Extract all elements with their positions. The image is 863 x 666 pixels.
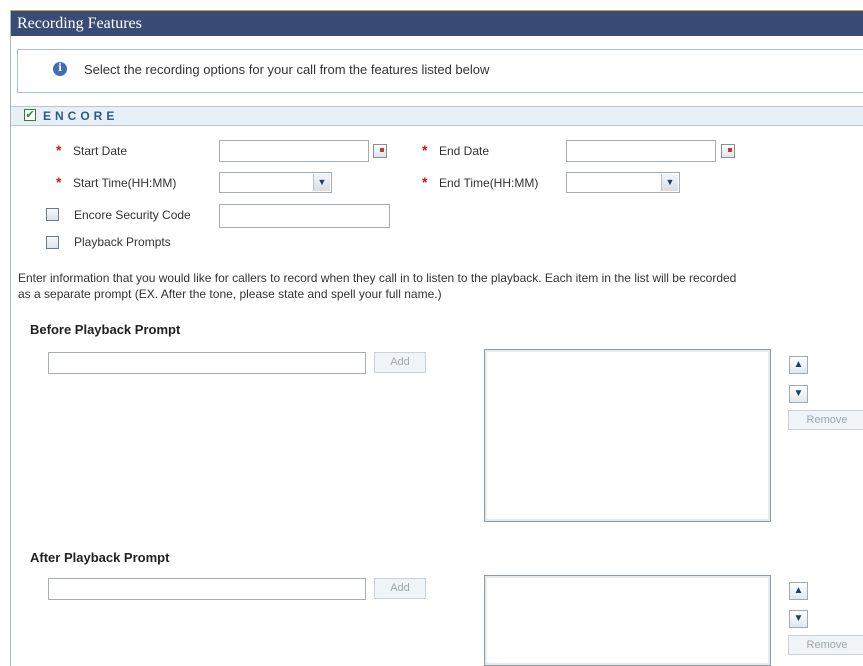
security-code-label: Encore Security Code — [74, 208, 191, 222]
encore-section-title: ENCORE — [43, 109, 119, 123]
end-time-select[interactable]: ▼ — [566, 172, 680, 193]
after-move-up-button[interactable]: ▲ — [789, 582, 808, 600]
after-prompt-input[interactable] — [48, 578, 366, 600]
encore-checkbox[interactable]: ✔ — [24, 109, 36, 121]
instructions-text: Enter information that you would like fo… — [18, 270, 863, 302]
panel-header: Recording Features — [11, 10, 863, 36]
required-marker: * — [422, 142, 428, 158]
chevron-down-icon[interactable]: ▼ — [661, 174, 678, 191]
start-time-label: Start Time(HH:MM) — [73, 176, 177, 190]
playback-prompts-checkbox[interactable] — [46, 236, 59, 249]
info-message-box: i Select the recording options for your … — [17, 49, 863, 93]
required-marker: * — [422, 174, 428, 190]
before-add-button[interactable]: Add — [374, 352, 426, 373]
end-date-label: End Date — [439, 144, 490, 158]
calendar-icon[interactable] — [721, 144, 735, 158]
recording-features-page: Recording Features i Select the recordin… — [0, 0, 863, 666]
panel-title: Recording Features — [17, 15, 142, 32]
end-time-label: End Time(HH:MM) — [439, 176, 539, 190]
instructions-line-2: as a separate prompt (EX. After the tone… — [18, 287, 442, 301]
after-playback-heading: After Playback Prompt — [30, 550, 170, 565]
before-prompt-input[interactable] — [48, 352, 366, 374]
encore-section-header — [11, 106, 863, 126]
playback-prompts-label: Playback Prompts — [74, 235, 171, 249]
start-time-select[interactable]: ▼ — [219, 172, 332, 193]
after-remove-button[interactable]: Remove — [788, 635, 863, 655]
required-marker: * — [56, 174, 62, 190]
instructions-line-1: Enter information that you would like fo… — [18, 271, 737, 285]
end-date-input[interactable] — [566, 140, 716, 162]
before-prompt-list[interactable] — [484, 349, 771, 522]
security-code-checkbox[interactable] — [46, 208, 59, 221]
start-date-label: Start Date — [73, 144, 128, 158]
before-remove-button[interactable]: Remove — [788, 410, 863, 430]
after-add-button[interactable]: Add — [374, 578, 426, 599]
info-message-text: Select the recording options for your ca… — [84, 62, 490, 77]
after-move-down-button[interactable]: ▼ — [789, 610, 808, 628]
after-prompt-list[interactable] — [484, 575, 771, 666]
before-playback-heading: Before Playback Prompt — [30, 322, 181, 337]
chevron-down-icon[interactable]: ▼ — [313, 174, 330, 191]
before-move-up-button[interactable]: ▲ — [789, 356, 808, 374]
before-move-down-button[interactable]: ▼ — [789, 385, 808, 403]
required-marker: * — [56, 142, 62, 158]
calendar-icon[interactable] — [373, 144, 387, 158]
info-icon: i — [53, 62, 67, 76]
security-code-input[interactable] — [219, 204, 390, 228]
start-date-input[interactable] — [219, 140, 369, 162]
